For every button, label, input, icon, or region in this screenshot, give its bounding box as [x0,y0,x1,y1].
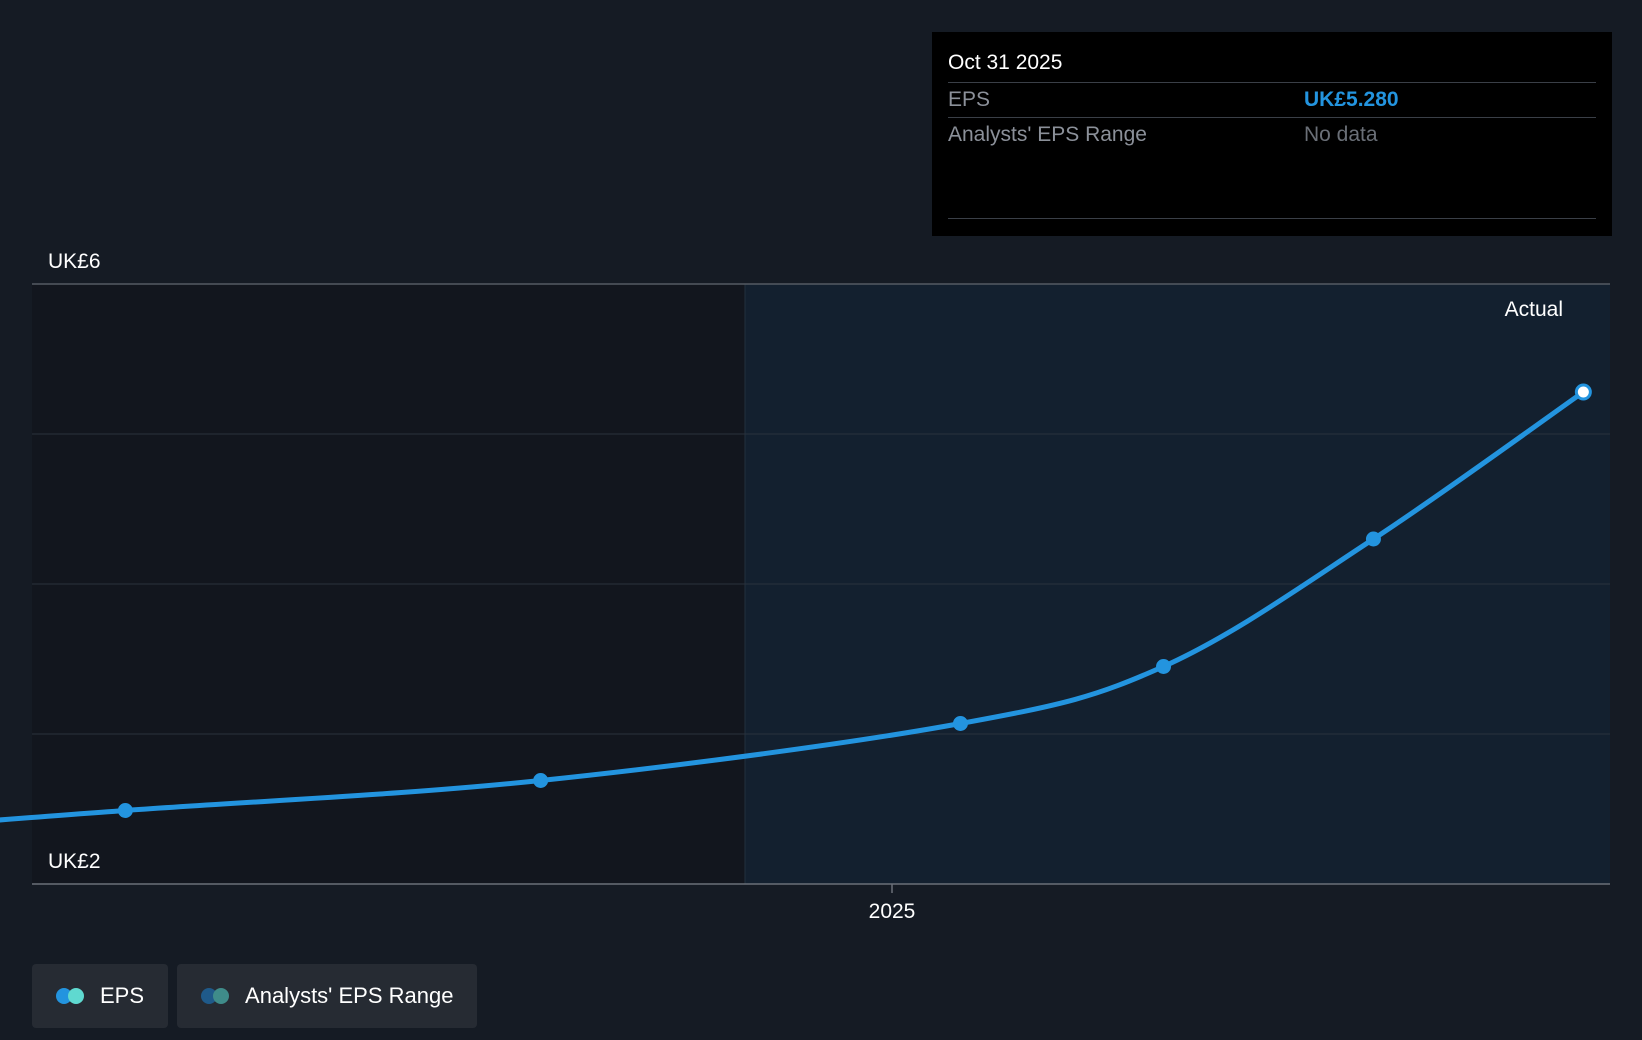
x-tick-label-2025: 2025 [869,900,916,923]
tooltip-range-label: Analysts' EPS Range [948,123,1147,146]
eps-point[interactable] [533,773,549,788]
legend-item-analysts-eps-range[interactable]: Analysts' EPS Range [177,964,478,1028]
legend-label-eps: EPS [100,983,145,1008]
range-legend-icon [201,988,231,1004]
actual-label: Actual [1505,298,1563,321]
legend: EPS Analysts' EPS Range [32,964,478,1028]
tooltip-eps-value: UK£5.280 [1304,88,1399,111]
y-tick-label-bottom: UK£2 [48,850,101,873]
eps-point-actual[interactable] [1574,383,1592,401]
eps-point[interactable] [117,803,133,818]
tooltip: Oct 31 2025 EPS UK£5.280 Analysts' EPS R… [932,32,1612,236]
eps-point[interactable] [1156,659,1172,674]
tooltip-range-value: No data [1304,123,1378,146]
legend-label-analysts-eps-range: Analysts' EPS Range [245,983,454,1008]
tooltip-eps-label: EPS [948,88,991,111]
tooltip-range-row: Analysts' EPS Range No data [948,118,1596,152]
eps-point[interactable] [1365,531,1381,547]
tooltip-date: Oct 31 2025 [948,32,1596,83]
eps-legend-icon [56,988,86,1004]
tooltip-divider [948,218,1596,219]
tooltip-eps-row: EPS UK£5.280 [948,83,1596,118]
legend-item-eps[interactable]: EPS [32,964,169,1028]
y-tick-label-top: UK£6 [48,250,101,273]
eps-point[interactable] [952,716,968,731]
